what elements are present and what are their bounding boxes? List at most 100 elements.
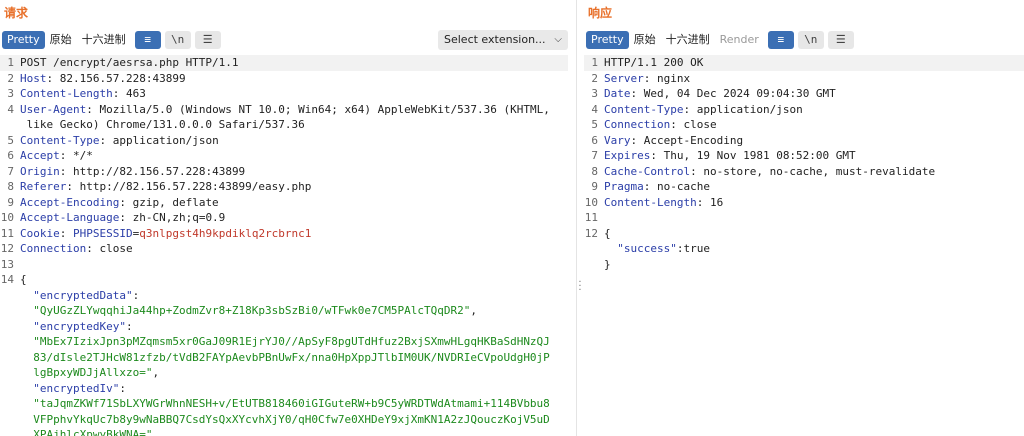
header-value: Thu, 19 Nov 1981 08:52:00 GMT <box>656 149 856 162</box>
request-line: 7 Origin: http://82.156.57.228:43899 <box>0 164 568 180</box>
header-name: Host <box>20 71 47 85</box>
response-tab-pretty[interactable]: Pretty <box>586 31 629 49</box>
line-number: 9 <box>591 180 598 193</box>
json-string: 83/dIsle2TJHcW81zfzb/tVdB2FAYpAevbPBnUwF… <box>20 350 550 364</box>
request-menu-icon[interactable]: ☰ <box>194 31 221 49</box>
response-tab-raw[interactable]: 原始 <box>629 31 661 49</box>
header-name: Content-Length <box>20 87 113 100</box>
line-number: 7 <box>591 149 598 162</box>
request-line: 10 Accept-Language: zh-CN,zh;q=0.9 <box>0 210 568 226</box>
request-tab-raw[interactable]: 原始 <box>45 31 77 49</box>
request-tab-pretty[interactable]: Pretty <box>2 31 45 49</box>
header-name: Date <box>604 87 631 100</box>
request-title: 请求 <box>4 6 29 20</box>
line-number: 4 <box>591 102 598 116</box>
line-number: 11 <box>0 226 14 240</box>
line-text: { <box>604 226 611 240</box>
request-line: 6 Accept: */* <box>0 148 568 164</box>
line-number: 3 <box>591 87 598 100</box>
response-wrap-toggle-icon[interactable]: ≡ <box>767 31 794 49</box>
header-colon: : <box>86 242 93 255</box>
header-value: http://82.156.57.228:43899/easy.php <box>72 180 312 193</box>
request-pane: 请求 Pretty 原始 十六进制 ≡ \n ☰ Select extensio… <box>0 0 576 436</box>
drag-handle-icon[interactable]: · · · <box>577 278 583 296</box>
header-name: Accept-Language <box>20 211 120 224</box>
response-line: 9 Pragma: no-cache <box>584 179 1024 195</box>
json-string: "taJqmZKWf71SbLXYWGrWhnNESH+v/EtUTB81846… <box>20 397 550 410</box>
request-line: 83/dIsle2TJHcW81zfzb/tVdB2FAYpAevbPBnUwF… <box>0 350 568 366</box>
json-string: "QyUGzZLYwqqhiJa44hp+ZodmZvr8+Z18Kp3sbSz… <box>20 304 471 317</box>
header-name: Expires <box>604 149 651 162</box>
response-line: 10 Content-Length: 16 <box>584 195 1024 211</box>
line-text: , <box>470 304 477 317</box>
response-newline-toggle-icon[interactable]: \n <box>797 31 824 49</box>
line-text: } <box>604 257 611 271</box>
request-line: "taJqmZKWf71SbLXYWGrWhnNESH+v/EtUTB81846… <box>0 396 568 412</box>
request-line: "MbEx7IzixJpn3pMZqmsm5xr0GaJ09R1EjrYJ0//… <box>0 334 568 350</box>
response-line: 7 Expires: Thu, 19 Nov 1981 08:52:00 GMT <box>584 148 1024 164</box>
line-number: 6 <box>7 149 14 162</box>
request-tab-hex[interactable]: 十六进制 <box>77 31 131 49</box>
line-number: 8 <box>7 180 14 193</box>
header-name: Content-Type <box>20 133 100 147</box>
request-line: like Gecko) Chrome/131.0.0.0 Safari/537.… <box>0 117 568 133</box>
header-value: nginx <box>650 71 691 85</box>
response-tab-hex[interactable]: 十六进制 <box>661 31 715 49</box>
line-text: : <box>132 288 140 302</box>
response-tab-render[interactable]: Render <box>715 31 764 49</box>
response-title: 响应 <box>588 6 613 20</box>
request-line: 1 POST /encrypt/aesrsa.php HTTP/1.1 <box>0 55 568 71</box>
pane-divider[interactable] <box>576 0 584 436</box>
header-value: Accept-Encoding <box>637 133 744 147</box>
header-name: Origin <box>20 164 60 178</box>
line-number: 4 <box>7 102 14 116</box>
extension-select[interactable]: Select extension... ⌵ <box>438 30 568 50</box>
line-number: 12 <box>584 226 598 240</box>
line-number: 12 <box>0 242 14 255</box>
request-line: VFPphvYkqUc7b8y9wNaBBQ7CsdYsQxXYcvhXjY0/… <box>0 412 568 428</box>
request-line: "encryptedIv": <box>0 381 568 397</box>
request-wrap-toggle-icon[interactable]: ≡ <box>134 31 161 49</box>
line-text: : <box>125 319 133 333</box>
extension-select-label: Select extension... <box>444 33 546 46</box>
header-value: 82.156.57.228:43899 <box>53 71 186 85</box>
request-newline-toggle-icon[interactable]: \n <box>164 31 191 49</box>
header-value: 463 <box>119 87 146 100</box>
header-colon: : <box>670 118 677 131</box>
header-name: Vary <box>604 133 631 147</box>
line-number: 3 <box>7 87 14 100</box>
line-number: 1 <box>591 56 598 69</box>
chevron-down-icon: ⌵ <box>554 34 562 45</box>
header-name: User-Agent <box>20 102 87 116</box>
response-line: 3 Date: Wed, 04 Dec 2024 09:04:30 GMT <box>584 86 1024 102</box>
request-line: 5 Content-Type: application/json <box>0 133 568 149</box>
request-line: XPAjhlcXpwyBkWNA=" <box>0 427 568 436</box>
line-number: 10 <box>584 195 598 209</box>
request-toolbar: Pretty 原始 十六进制 ≡ \n ☰ Select extension..… <box>2 30 568 50</box>
cookie-value: q3nlpgst4h9kpdiklq2rcbrnc1 <box>139 226 312 240</box>
request-line: 11 Cookie: PHPSESSID=q3nlpgst4h9kpdiklq2r… <box>0 226 568 242</box>
line-text: : <box>119 381 126 395</box>
response-line: 8 Cache-Control: no-store, no-cache, must… <box>584 164 1024 180</box>
header-colon: : <box>690 164 697 178</box>
header-value: close <box>92 242 133 255</box>
request-editor[interactable]: 1 POST /encrypt/aesrsa.php HTTP/1.1 2 Host:… <box>0 55 568 436</box>
response-menu-icon[interactable]: ☰ <box>827 31 854 49</box>
response-pane: 响应 Pretty 原始 十六进制 Render ≡ \n ☰ 1 HTTP/1.… <box>584 0 1024 436</box>
request-line: 2 Host: 82.156.57.228:43899 <box>0 71 568 87</box>
header-name: Content-Length <box>604 195 697 209</box>
header-value: application/json <box>106 133 219 147</box>
header-value: Wed, 04 Dec 2024 09:04:30 GMT <box>637 87 836 100</box>
request-line: 3 Content-Length: 463 <box>0 86 568 102</box>
response-line: 4 Content-Type: application/json <box>584 102 1024 118</box>
request-line: 4 User-Agent: Mozilla/5.0 (Windows NT 10.… <box>0 102 568 118</box>
header-name: Connection <box>604 118 671 131</box>
response-editor[interactable]: 1 HTTP/1.1 200 OK 2 Server: nginx 3 Date: Wed… <box>584 55 1024 436</box>
json-key: "encryptedKey" <box>20 319 126 333</box>
header-value: gzip, deflate <box>125 195 219 209</box>
line-number: 2 <box>591 71 598 85</box>
line-text: POST /encrypt/aesrsa.php HTTP/1.1 <box>20 56 239 69</box>
line-number: 2 <box>7 71 14 85</box>
json-string: VFPphvYkqUc7b8y9wNaBBQ7CsdYsQxXYcvhXjY0/… <box>20 412 550 426</box>
header-colon: : <box>66 180 73 193</box>
